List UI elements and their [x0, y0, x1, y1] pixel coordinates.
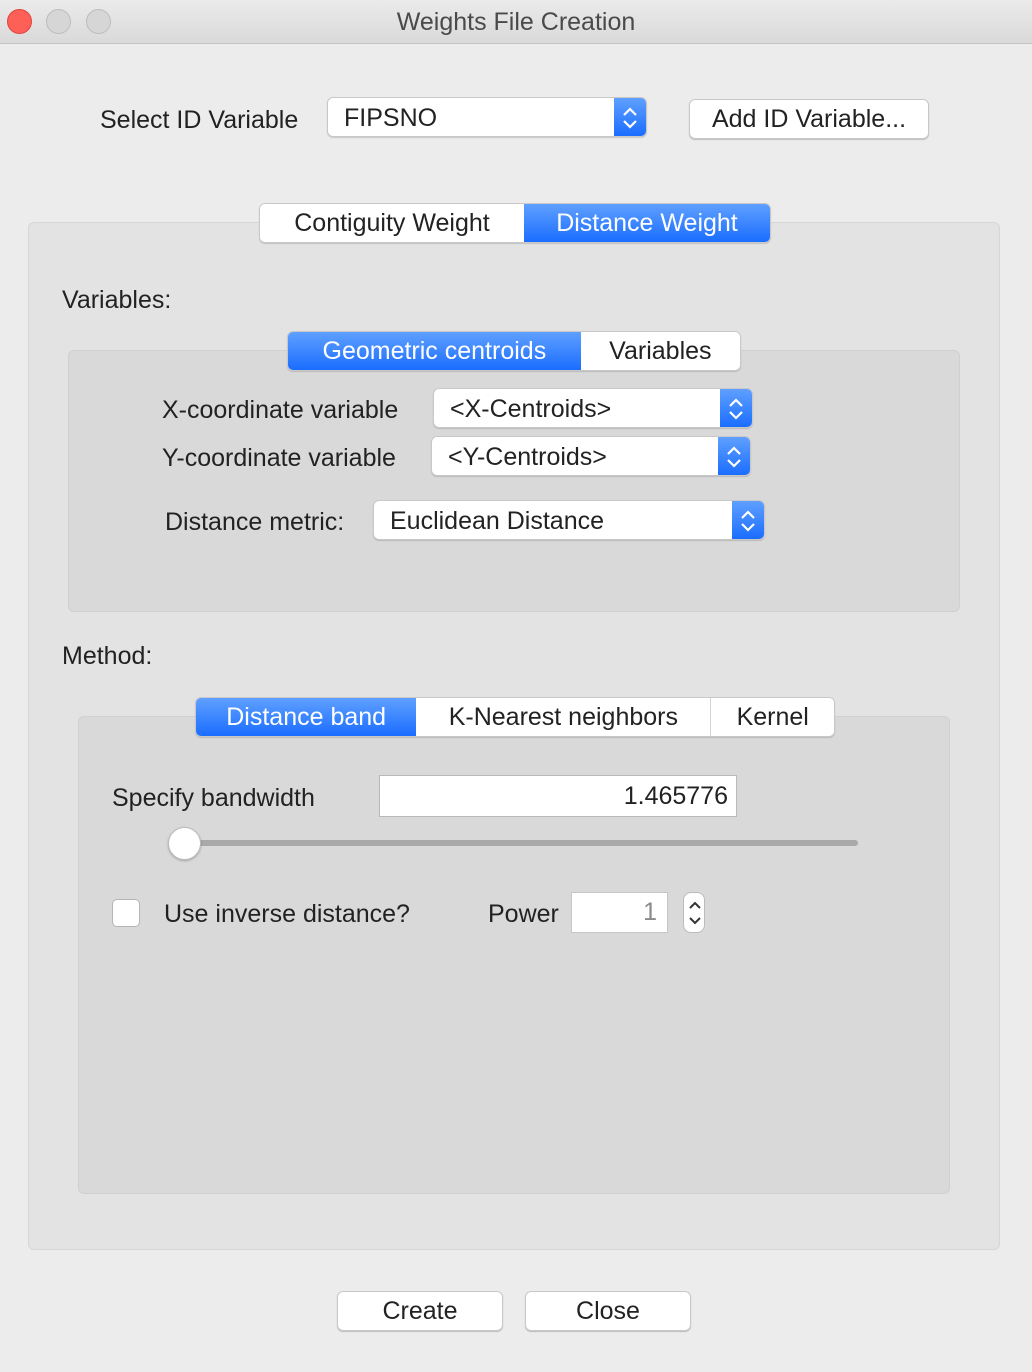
id-variable-value: FIPSNO: [344, 104, 438, 132]
chevron-updown-icon: [614, 98, 646, 136]
variables-source-tabs: Geometric centroids Variables: [287, 331, 741, 371]
chevron-updown-icon: [732, 501, 764, 539]
specify-bandwidth-label: Specify bandwidth: [112, 784, 315, 812]
x-coordinate-value: <X-Centroids>: [450, 395, 612, 423]
distance-metric-label: Distance metric:: [165, 508, 345, 536]
power-label: Power: [488, 900, 559, 928]
select-id-variable-label: Select ID Variable: [100, 106, 299, 134]
chevron-updown-icon: [718, 437, 750, 475]
bandwidth-slider-track[interactable]: [184, 840, 858, 846]
inverse-distance-checkbox[interactable]: [112, 899, 140, 927]
x-coordinate-dropdown[interactable]: <X-Centroids>: [433, 388, 753, 428]
add-id-variable-button[interactable]: Add ID Variable...: [689, 99, 929, 139]
y-coordinate-value: <Y-Centroids>: [448, 443, 607, 471]
id-variable-dropdown[interactable]: FIPSNO: [327, 97, 647, 137]
inverse-distance-label: Use inverse distance?: [164, 900, 410, 928]
y-coordinate-label: Y-coordinate variable: [162, 444, 396, 472]
method-heading: Method:: [62, 642, 153, 670]
window-title: Weights File Creation: [396, 8, 636, 36]
x-coordinate-label: X-coordinate variable: [162, 396, 399, 424]
tab-geometric-centroids[interactable]: Geometric centroids: [288, 332, 581, 370]
variables-heading: Variables:: [62, 286, 172, 314]
tab-distance-band[interactable]: Distance band: [196, 698, 417, 736]
create-button[interactable]: Create: [337, 1291, 503, 1331]
y-coordinate-dropdown[interactable]: <Y-Centroids>: [431, 436, 751, 476]
distance-metric-value: Euclidean Distance: [390, 507, 605, 535]
power-stepper[interactable]: [683, 892, 705, 933]
chevron-updown-icon: [689, 901, 701, 925]
tab-distance-weight[interactable]: Distance Weight: [523, 204, 770, 242]
weight-type-tabs: Contiguity Weight Distance Weight: [259, 203, 771, 243]
bandwidth-slider-knob[interactable]: [168, 827, 201, 860]
tab-contiguity-weight[interactable]: Contiguity Weight: [260, 204, 524, 242]
tab-variables[interactable]: Variables: [580, 332, 740, 370]
tab-k-nearest-neighbors[interactable]: K-Nearest neighbors: [416, 698, 711, 736]
distance-metric-dropdown[interactable]: Euclidean Distance: [373, 500, 765, 540]
method-tabs: Distance band K-Nearest neighbors Kernel: [195, 697, 835, 737]
bandwidth-input[interactable]: 1.465776: [379, 775, 737, 817]
title-bar: Weights File Creation: [0, 0, 1032, 44]
close-button[interactable]: Close: [525, 1291, 691, 1331]
power-input[interactable]: 1: [571, 892, 668, 933]
tab-kernel[interactable]: Kernel: [710, 698, 834, 736]
chevron-updown-icon: [720, 389, 752, 427]
